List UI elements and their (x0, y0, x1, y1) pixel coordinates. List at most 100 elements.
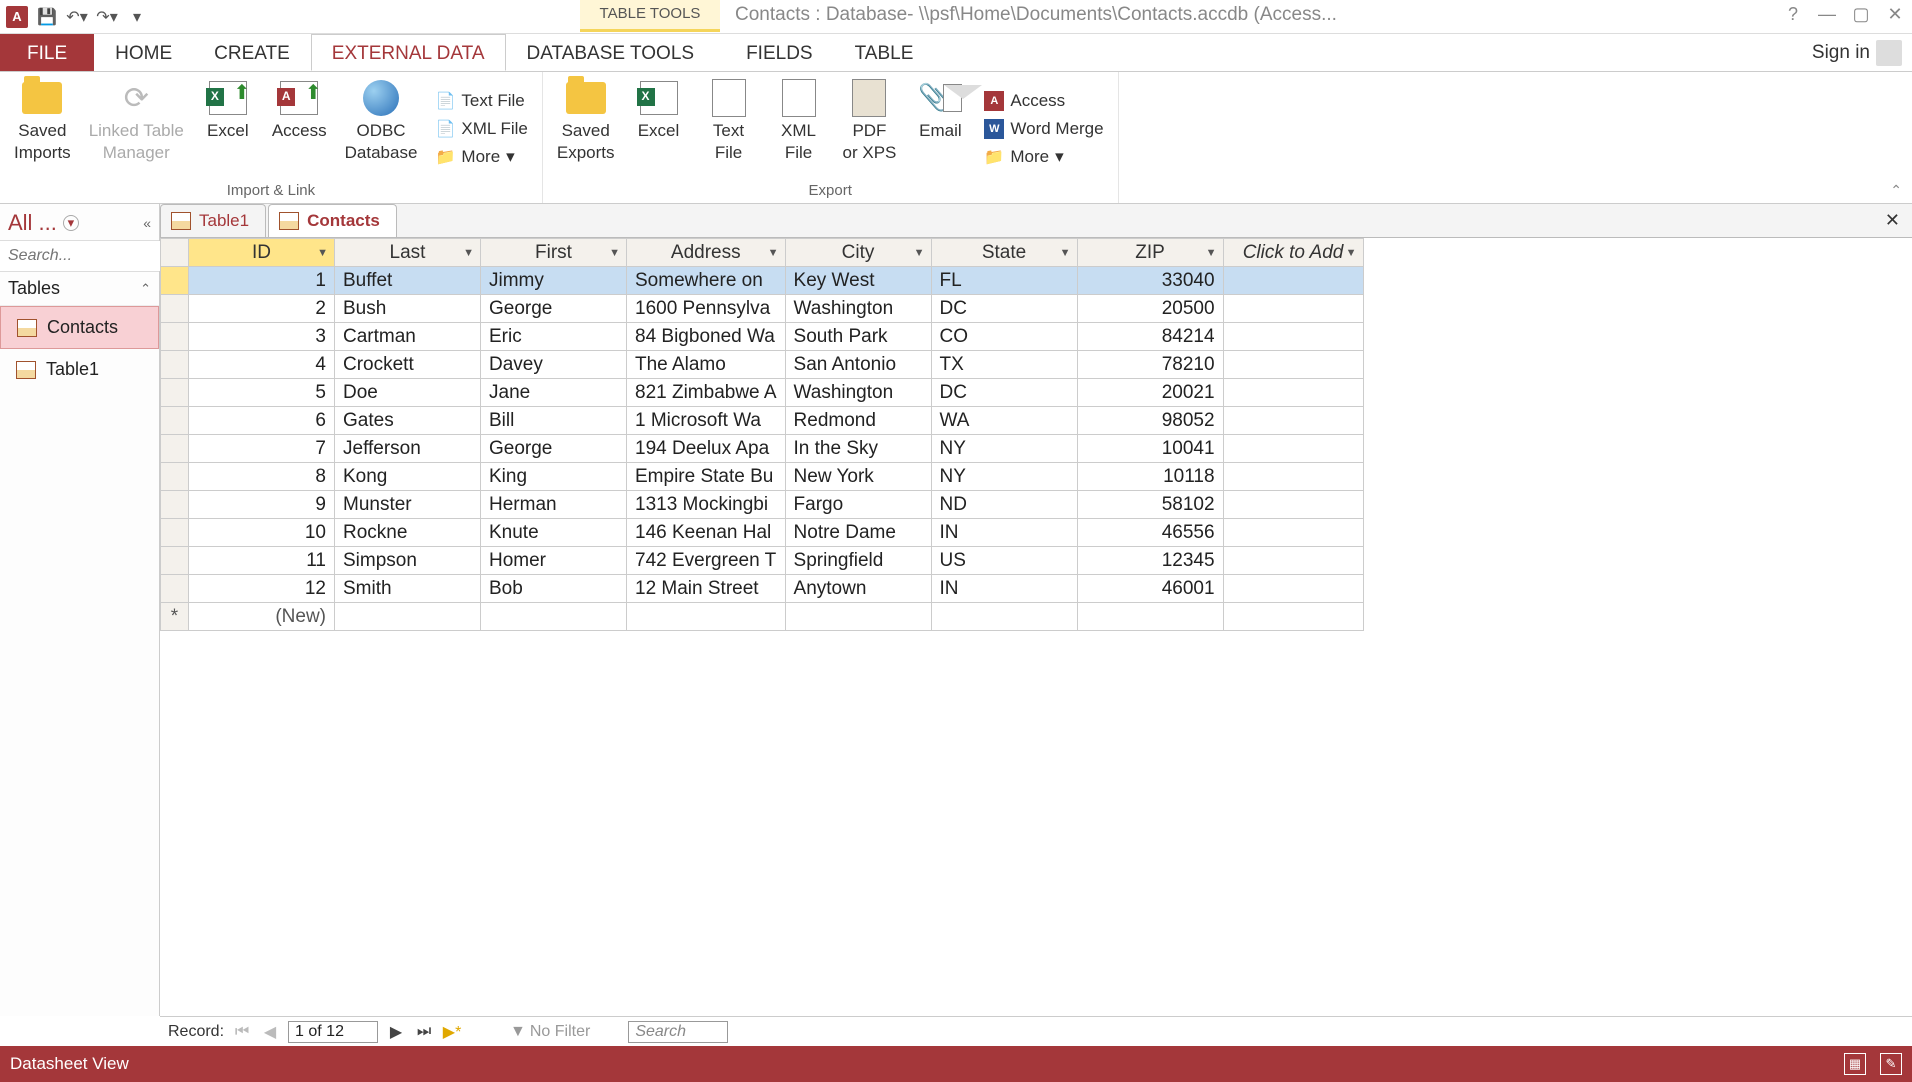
cell-state[interactable]: DC (931, 379, 1077, 407)
cell-id[interactable]: 8 (189, 463, 335, 491)
record-search-input[interactable]: Search (628, 1021, 728, 1043)
cell-id[interactable]: 1 (189, 267, 335, 295)
redo-icon[interactable]: ↷▾ (96, 6, 118, 28)
cell-empty[interactable] (1223, 351, 1363, 379)
close-icon[interactable]: ✕ (1884, 4, 1906, 25)
cell-state[interactable]: ND (931, 491, 1077, 519)
cell-zip[interactable]: 46001 (1077, 575, 1223, 603)
table-row[interactable]: 5DoeJane821 Zimbabwe AWashingtonDC20021 (161, 379, 1364, 407)
row-selector[interactable] (161, 575, 189, 603)
table-row[interactable]: 2BushGeorge1600 PennsylvaWashingtonDC205… (161, 295, 1364, 323)
export-access-button[interactable]: AAccess (978, 88, 1109, 114)
cell-city[interactable]: Washington (785, 379, 931, 407)
cell-new[interactable]: (New) (189, 603, 335, 631)
cell-empty[interactable] (1223, 547, 1363, 575)
tab-table[interactable]: TABLE (834, 34, 935, 71)
table-row[interactable]: 8KongKingEmpire State BuNew YorkNY10118 (161, 463, 1364, 491)
cell-zip[interactable]: 10118 (1077, 463, 1223, 491)
cell-empty[interactable] (1223, 519, 1363, 547)
cell-zip[interactable]: 10041 (1077, 435, 1223, 463)
chevron-down-icon[interactable]: ▼ (317, 247, 328, 259)
nav-pane-title[interactable]: All ... ▾ « (0, 204, 159, 241)
cell-address[interactable]: 742 Evergreen T (627, 547, 786, 575)
cell-city[interactable]: South Park (785, 323, 931, 351)
cell-address[interactable]: 1313 Mockingbi (627, 491, 786, 519)
new-record-button[interactable]: ▶* (442, 1022, 462, 1042)
cell-state[interactable]: NY (931, 463, 1077, 491)
help-icon[interactable]: ? (1782, 4, 1804, 25)
cell-first[interactable]: Bob (481, 575, 627, 603)
tab-home[interactable]: HOME (94, 34, 193, 71)
cell-address[interactable]: 12 Main Street (627, 575, 786, 603)
undo-icon[interactable]: ↶▾ (66, 6, 88, 28)
cell-first[interactable]: Jane (481, 379, 627, 407)
cell-empty[interactable] (1223, 407, 1363, 435)
chevron-down-icon[interactable]: ▼ (609, 247, 620, 259)
cell-first[interactable]: George (481, 435, 627, 463)
no-filter-indicator[interactable]: ▼No Filter (510, 1023, 590, 1041)
table-row[interactable]: 11SimpsonHomer742 Evergreen TSpringfield… (161, 547, 1364, 575)
doc-tab-contacts[interactable]: Contacts (268, 204, 397, 237)
tab-file[interactable]: FILE (0, 34, 94, 71)
row-selector[interactable] (161, 323, 189, 351)
cell-empty[interactable] (1223, 463, 1363, 491)
new-row[interactable]: *(New) (161, 603, 1364, 631)
record-position[interactable]: 1 of 12 (288, 1021, 378, 1043)
chevron-down-icon[interactable]: ▼ (768, 247, 779, 259)
cell-first[interactable]: Eric (481, 323, 627, 351)
import-more-button[interactable]: 📁More ▾ (429, 144, 533, 170)
doc-close-icon[interactable]: ✕ (1885, 210, 1900, 231)
cell-last[interactable]: Gates (335, 407, 481, 435)
cell-first[interactable]: Jimmy (481, 267, 627, 295)
design-view-icon[interactable]: ✎ (1880, 1053, 1902, 1075)
nav-collapse-icon[interactable]: « (143, 215, 151, 231)
first-record-button[interactable]: ⏮ (232, 1023, 252, 1041)
cell-state[interactable]: US (931, 547, 1077, 575)
tab-external-data[interactable]: EXTERNAL DATA (311, 34, 506, 71)
chevron-down-icon[interactable]: ▼ (1060, 247, 1071, 259)
export-email-button[interactable]: 📎 Email (908, 76, 972, 182)
datasheet-view-icon[interactable]: ▦ (1844, 1053, 1866, 1075)
cell-id[interactable]: 12 (189, 575, 335, 603)
cell-address[interactable]: 194 Deelux Apa (627, 435, 786, 463)
cell-id[interactable]: 3 (189, 323, 335, 351)
cell-empty[interactable] (1223, 295, 1363, 323)
cell-last[interactable]: Doe (335, 379, 481, 407)
cell-city[interactable]: Notre Dame (785, 519, 931, 547)
cell-zip[interactable]: 78210 (1077, 351, 1223, 379)
save-icon[interactable]: 💾 (36, 6, 58, 28)
tab-fields[interactable]: FIELDS (725, 34, 834, 71)
cell-first[interactable]: Homer (481, 547, 627, 575)
cell-city[interactable]: Anytown (785, 575, 931, 603)
cell-state[interactable]: WA (931, 407, 1077, 435)
cell-empty[interactable] (1223, 575, 1363, 603)
cell-zip[interactable]: 33040 (1077, 267, 1223, 295)
import-access-button[interactable]: ⬆ Access (266, 76, 333, 182)
table-row[interactable]: 4CrockettDaveyThe AlamoSan AntonioTX7821… (161, 351, 1364, 379)
chevron-down-icon[interactable]: ▼ (1206, 247, 1217, 259)
last-record-button[interactable]: ⏭ (414, 1023, 434, 1041)
cell-city[interactable]: In the Sky (785, 435, 931, 463)
datasheet-grid[interactable]: ID▼ Last▼ First▼ Address▼ City▼ State▼ Z… (160, 238, 1912, 1016)
cell-id[interactable]: 6 (189, 407, 335, 435)
chevron-down-icon[interactable]: ▼ (1346, 247, 1357, 259)
cell-id[interactable]: 9 (189, 491, 335, 519)
cell-id[interactable]: 11 (189, 547, 335, 575)
cell-city[interactable]: Washington (785, 295, 931, 323)
tab-create[interactable]: CREATE (193, 34, 311, 71)
row-selector[interactable] (161, 267, 189, 295)
table-row[interactable]: 7JeffersonGeorge194 Deelux ApaIn the Sky… (161, 435, 1364, 463)
collapse-ribbon-icon[interactable]: ⌃ (1890, 182, 1902, 199)
cell-last[interactable]: Jefferson (335, 435, 481, 463)
import-excel-button[interactable]: ⬆ Excel (196, 76, 260, 182)
cell-city[interactable]: San Antonio (785, 351, 931, 379)
tab-database-tools[interactable]: DATABASE TOOLS (506, 34, 716, 71)
column-header-last[interactable]: Last▼ (335, 239, 481, 267)
cell-id[interactable]: 4 (189, 351, 335, 379)
cell-last[interactable]: Buffet (335, 267, 481, 295)
column-header-first[interactable]: First▼ (481, 239, 627, 267)
cell-first[interactable]: Knute (481, 519, 627, 547)
maximize-icon[interactable]: ▢ (1850, 4, 1872, 25)
cell-empty[interactable] (1223, 435, 1363, 463)
linked-table-manager-button[interactable]: ⟳ Linked Table Manager (83, 76, 190, 182)
